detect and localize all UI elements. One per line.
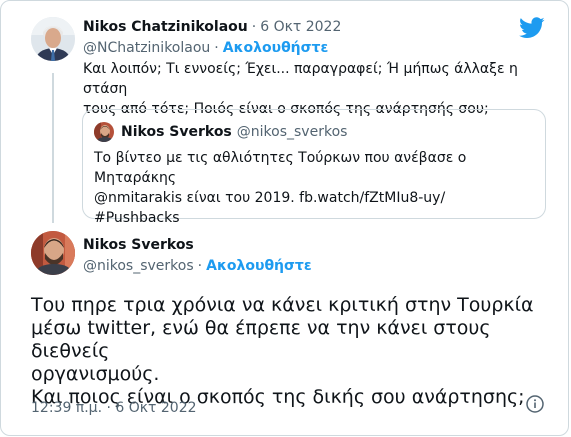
main-tweet-subheader: @nikos_sverkos · Ακολουθήστε [83,256,312,276]
avatar-portrait-image [31,231,75,275]
header-separator: · [251,19,257,35]
main-author-handle[interactable]: @nikos_sverkos [83,258,194,274]
quoted-author-avatar [94,122,114,142]
follow-button-nikos-sverkos[interactable]: Ακολουθήστε [206,258,312,274]
avatar-nikos-sverkos[interactable] [31,231,75,275]
twitter-bird-icon[interactable] [519,17,545,39]
main-tweet-timestamp[interactable]: 12:39 π.μ. · 6 Οκτ 2022 [31,398,197,418]
quoted-text-line: @nmitarakis είναι του 2019. fb.watch/fZt… [94,190,446,206]
info-icon[interactable] [526,395,544,413]
quoted-text-line: #Pushbacks [94,210,180,226]
reply-tweet-header: Nikos Chatzinikolaou · 6 Οκτ 2022 [83,17,341,37]
quoted-tweet-header: Nikos Sverkos @nikos_sverkos [121,122,347,142]
avatar-nchatzinikolaou[interactable] [31,17,75,61]
reply-tweet-subheader: @NChatzinikolaou · Ακολουθήστε [83,38,328,58]
reply-author-name[interactable]: Nikos Chatzinikolaou [83,19,248,35]
main-author-name[interactable]: Nikos Sverkos [83,237,194,253]
main-text-line: μέσω twitter, ενώ θα έπρεπε να την κάνει… [31,317,491,362]
reply-author-handle[interactable]: @NChatzinikolaou [83,40,210,56]
quoted-tweet-text: Το βίντεο με τις αθλιότητες Τούρκων που … [94,148,534,228]
avatar-portrait-image [31,17,75,61]
handle-separator: · [214,40,219,56]
main-text-line: οργανισμούς. [31,363,160,385]
follow-button-nchatzinikolaou[interactable]: Ακολουθήστε [223,40,329,56]
avatar-portrait-image [94,122,114,142]
thread-connector-line [52,73,54,223]
main-tweet-text: Του πηρε τρια χρόνια να κάνει κριτική στ… [31,294,561,409]
quoted-author-name: Nikos Sverkos [121,124,232,140]
reply-text-line: Και λοιπόν; Τι εννοείς; Έχει... παραγραφ… [83,61,518,97]
reply-tweet-date[interactable]: 6 Οκτ 2022 [260,19,341,35]
quoted-author-handle: @nikos_sverkos [236,124,348,140]
quoted-tweet[interactable]: Nikos Sverkos @nikos_sverkos Το βίντεο μ… [82,109,546,226]
embedded-tweet-card: Nikos Chatzinikolaou · 6 Οκτ 2022 @NChat… [0,0,569,436]
quoted-text-line: Το βίντεο με τις αθλιότητες Τούρκων που … [94,150,467,186]
main-tweet-header: Nikos Sverkos [83,235,194,255]
handle-separator: · [197,258,203,274]
main-text-line: Του πηρε τρια χρόνια να κάνει κριτική στ… [31,294,534,316]
